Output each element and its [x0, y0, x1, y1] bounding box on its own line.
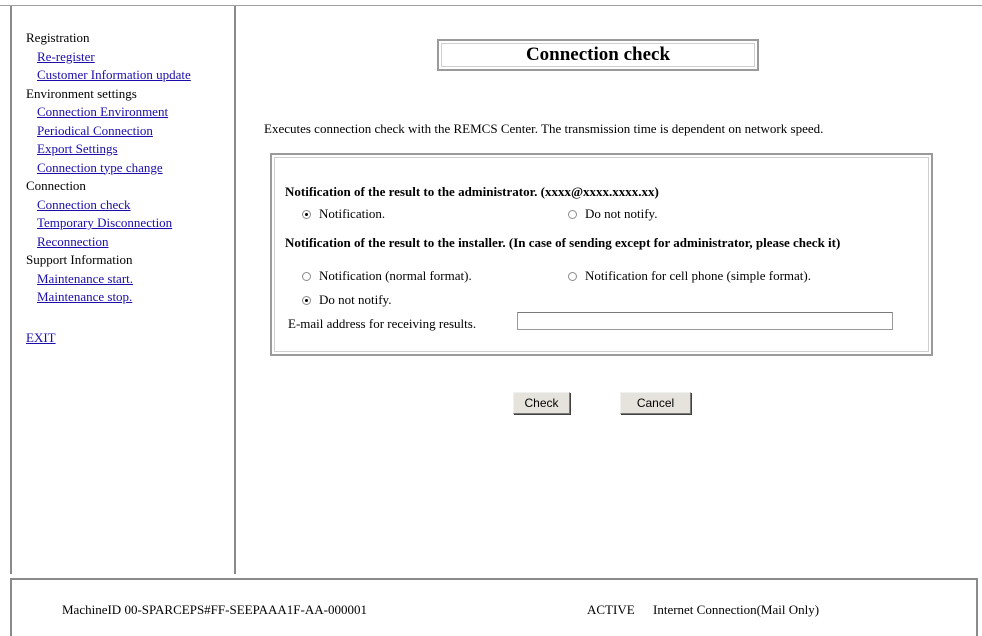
nav-group-registration: Registration: [26, 30, 90, 45]
nav-link-maintenance-stop[interactable]: Maintenance stop.: [26, 288, 191, 307]
nav-link-periodical-connection[interactable]: Periodical Connection: [26, 122, 191, 141]
nav-group-environment-settings: Environment settings: [26, 85, 137, 101]
nav-link-connection-check[interactable]: Connection check: [26, 196, 191, 215]
page-title: Connection check: [525, 44, 671, 65]
status-frame: MachineID 00-SPARCEPS#FF-SEEPAAA1F-AA-00…: [10, 578, 978, 636]
nav-group-support-information: Support Information: [26, 252, 133, 267]
installer-cell-phone-label: Notification for cell phone (simple form…: [585, 268, 811, 283]
nav-group-connection: Connection: [26, 178, 86, 193]
nav-link-connection-type-change[interactable]: Connection type change: [26, 159, 191, 178]
nav-link-reconnection[interactable]: Reconnection: [26, 233, 191, 252]
nav-link-export-settings[interactable]: Export Settings: [26, 140, 191, 159]
connection-state: ACTIVE: [587, 602, 635, 617]
cancel-button[interactable]: Cancel: [620, 392, 691, 414]
sidebar-frame: Registration Re-register Customer Inform…: [10, 6, 236, 574]
nav-link-maintenance-start[interactable]: Maintenance start.: [26, 270, 191, 289]
installer-option-do-not-notify[interactable]: Do not notify.: [302, 292, 391, 308]
admin-notification-radio[interactable]: [302, 209, 311, 219]
installer-normal-format-label: Notification (normal format).: [319, 268, 472, 283]
nav-link-temporary-disconnection[interactable]: Temporary Disconnection: [26, 214, 191, 233]
admin-option-do-not-notify[interactable]: Do not notify.: [568, 206, 657, 222]
admin-notification-label: Notification.: [319, 206, 386, 221]
machine-id-text: MachineID 00-SPARCEPS#FF-SEEPAAA1F-AA-00…: [62, 602, 367, 617]
admin-do-not-notify-radio[interactable]: [568, 209, 577, 219]
sidebar-nav: Registration Re-register Customer Inform…: [26, 29, 191, 347]
page-description: Executes connection check with the REMCS…: [264, 121, 824, 136]
nav-link-customer-information-update[interactable]: Customer Information update: [26, 66, 191, 85]
nav-link-connection-environment[interactable]: Connection Environment: [26, 103, 191, 122]
nav-link-exit[interactable]: EXIT: [26, 329, 56, 348]
main-frame: Connection check Executes connection che…: [238, 6, 978, 574]
admin-option-notification[interactable]: Notification.: [302, 206, 385, 222]
installer-do-not-notify-radio[interactable]: [302, 295, 311, 305]
installer-option-normal-format[interactable]: Notification (normal format).: [302, 268, 472, 284]
installer-option-cell-phone-format[interactable]: Notification for cell phone (simple form…: [568, 268, 811, 284]
installer-do-not-notify-label: Do not notify.: [319, 292, 392, 307]
page-title-box: Connection check: [437, 39, 759, 71]
connection-type: Internet Connection(Mail Only): [653, 602, 820, 617]
email-address-input[interactable]: [517, 312, 893, 330]
installer-cell-phone-radio[interactable]: [568, 271, 577, 281]
admin-notification-header: Notification of the result to the admini…: [285, 184, 659, 199]
nav-link-re-register[interactable]: Re-register: [26, 48, 191, 67]
installer-notification-header: Notification of the result to the instal…: [285, 235, 841, 250]
email-address-label: E-mail address for receiving results.: [288, 316, 477, 331]
check-button[interactable]: Check: [513, 392, 570, 414]
admin-do-not-notify-label: Do not notify.: [585, 206, 658, 221]
installer-normal-format-radio[interactable]: [302, 271, 311, 281]
